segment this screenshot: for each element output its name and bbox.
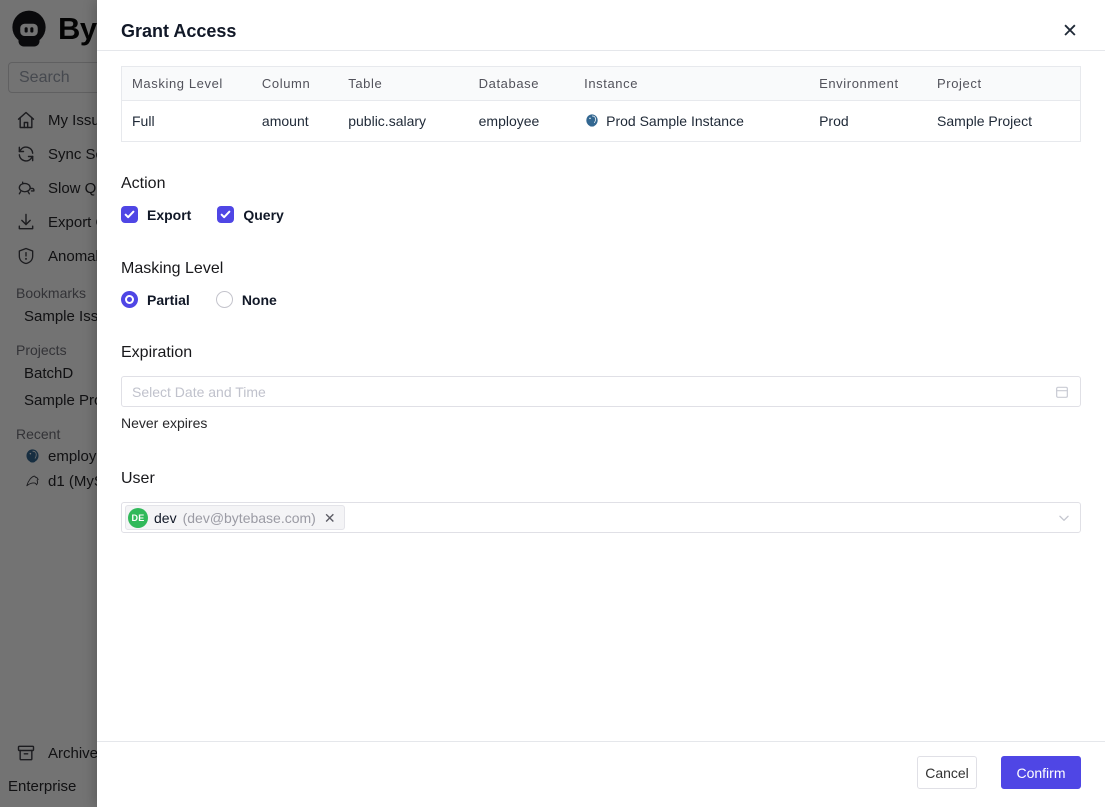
col-header-instance: Instance [574, 66, 810, 101]
user-tag: DE dev (dev@bytebase.com) ✕ [125, 505, 345, 530]
col-header-environment: Environment [809, 66, 928, 101]
close-icon[interactable]: ✕ [1059, 21, 1081, 43]
table-row: Full amount public.salary employee Prod … [122, 101, 1081, 142]
query-checkbox[interactable]: Query [217, 206, 284, 223]
col-header-table: Table [338, 66, 469, 101]
cell-column: amount [261, 113, 309, 129]
masking-level-section-label: Masking Level [121, 260, 224, 277]
calendar-icon[interactable] [1054, 384, 1070, 400]
cell-instance: Prod Sample Instance [574, 101, 809, 142]
checkbox-checked-icon [217, 206, 235, 223]
user-email: (dev@bytebase.com) [182, 509, 316, 526]
expiration-helper-text: Never expires [121, 415, 208, 431]
none-radio[interactable]: None [215, 291, 277, 308]
modal-footer: Cancel Confirm [97, 741, 1105, 807]
radio-label: None [241, 291, 277, 308]
chevron-down-icon[interactable] [1057, 511, 1071, 525]
avatar: DE [128, 507, 148, 528]
user-name: dev [154, 509, 177, 526]
checkbox-checked-icon [121, 206, 138, 223]
cell-masking-level: Full [132, 113, 155, 129]
cell-environment: Prod [819, 113, 849, 129]
export-checkbox[interactable]: Export [121, 206, 191, 223]
expiration-section-label: Expiration [121, 344, 193, 361]
grant-table: Masking Level Column Table Database Inst… [121, 66, 1081, 142]
cell-database: employee [478, 113, 540, 129]
expiration-date-picker[interactable] [121, 376, 1081, 407]
col-header-database: Database [468, 66, 575, 101]
app-window: Bytebase My Issues Sync Schema Slow Quer… [0, 0, 1105, 807]
checkbox-label: Query [243, 206, 284, 223]
action-options: Export Query [121, 206, 1081, 223]
modal-header: Grant Access ✕ [97, 0, 1105, 50]
user-section-label: User [121, 470, 155, 487]
action-section-label: Action [121, 175, 166, 192]
remove-user-icon[interactable]: ✕ [324, 511, 336, 525]
col-header-masking-level: Masking Level [121, 66, 252, 101]
col-header-column: Column [251, 66, 339, 101]
partial-radio[interactable]: Partial [121, 291, 190, 308]
col-header-project: Project [927, 66, 1081, 101]
modal-body: Masking Level Column Table Database Inst… [97, 51, 1105, 533]
masking-level-options: Partial None [121, 291, 1081, 308]
radio-unselected-icon [215, 291, 233, 308]
cell-table: public.salary [348, 113, 427, 129]
radio-selected-icon [121, 291, 138, 308]
grant-access-modal: Grant Access ✕ Masking Level Column Tabl… [97, 0, 1105, 807]
user-select[interactable]: DE dev (dev@bytebase.com) ✕ [121, 502, 1081, 533]
cell-project: Sample Project [937, 113, 1032, 129]
instance-name: Prod Sample Instance [606, 113, 744, 129]
cancel-button[interactable]: Cancel [917, 756, 977, 789]
modal-title: Grant Access [121, 21, 237, 41]
expiration-input[interactable] [132, 383, 1054, 400]
table-header-row: Masking Level Column Table Database Inst… [121, 66, 1081, 101]
checkbox-label: Export [147, 206, 192, 223]
postgresql-icon [584, 113, 600, 129]
confirm-button[interactable]: Confirm [1001, 756, 1081, 789]
radio-label: Partial [147, 291, 190, 308]
